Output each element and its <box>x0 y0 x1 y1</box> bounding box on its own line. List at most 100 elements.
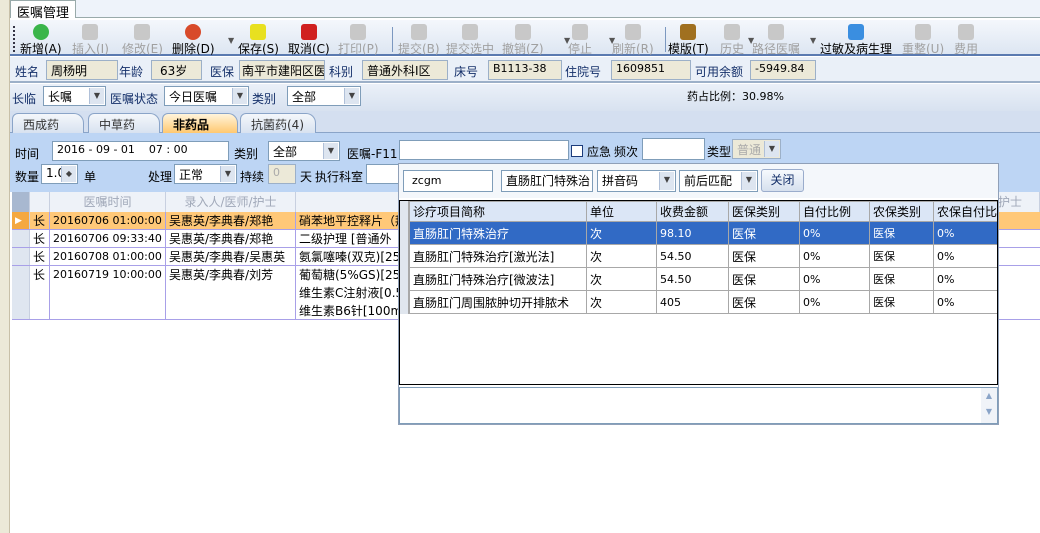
toolbar-button-refresh[interactable]: 刷新(R) <box>612 24 654 56</box>
submit-selected-icon <box>462 24 478 40</box>
popup-header[interactable]: 医保类别 <box>728 201 800 222</box>
freq-input[interactable] <box>642 138 705 160</box>
popup-row[interactable]: 直肠肛门周围脓肿切开排脓术次 405 医保 0% 医保 0% <box>409 290 997 314</box>
tab-0[interactable]: 西成药(1) <box>12 113 84 147</box>
cell-time: 20160706 01:00:00 <box>50 212 166 229</box>
popup-note-textarea[interactable] <box>399 387 998 424</box>
popup-row[interactable]: 直肠肛门特殊治疗次 98.10 医保 0% 医保 0% <box>409 221 997 245</box>
grid-header-time[interactable]: 医嘱时间 <box>50 192 166 212</box>
spinner-icon[interactable]: ◆ <box>61 166 76 182</box>
toolbar-button-calculator[interactable]: 费用 <box>954 24 978 56</box>
scrollbar[interactable]: ▲ ▼ <box>981 388 997 423</box>
dropdown-arrow-icon[interactable]: ▼ <box>609 36 615 45</box>
toolbar-button-stop[interactable]: 停止 <box>568 24 592 56</box>
print-icon <box>350 24 367 40</box>
chevron-down-icon[interactable]: ▼ <box>741 172 756 190</box>
handle-select[interactable]: 正常 ▼ <box>174 164 237 184</box>
toolbar-button-reorganize[interactable]: 重整(U) <box>902 24 944 56</box>
row-indicator[interactable] <box>12 230 30 247</box>
popup-search-input[interactable]: zcgm <box>403 170 493 192</box>
popup-header[interactable]: 收费金额 <box>656 201 729 222</box>
time-picker[interactable]: 2016 - 09 - 01 07 : 00 <box>52 141 229 161</box>
toolbar-button-label: 模版(T) <box>668 42 709 56</box>
toolbar-grip <box>13 26 15 52</box>
toolbar-button-history[interactable]: 历史 <box>720 24 744 56</box>
popup-header[interactable]: 自付比例 <box>799 201 870 222</box>
qty-stepper[interactable]: 1.0 ◆ <box>41 164 78 184</box>
toolbar-button-label: 历史 <box>720 42 745 56</box>
category-select[interactable]: 全部 ▼ <box>287 86 361 106</box>
dropdown-arrow-icon[interactable]: ▼ <box>748 36 754 45</box>
status-select[interactable]: 今日医嘱 ▼ <box>164 86 249 106</box>
term-select[interactable]: 长嘱 ▼ <box>43 86 106 106</box>
chevron-down-icon[interactable]: ▼ <box>344 88 359 104</box>
tab-1[interactable]: 中草药(2) <box>88 113 160 147</box>
cell-content: 硝苯地平控释片（拜 <box>296 212 406 229</box>
tab-3[interactable]: 抗菌药(4) <box>240 113 316 133</box>
add-icon <box>32 24 49 40</box>
toolbar-button-delete[interactable]: 删除(D) <box>172 24 215 56</box>
popup-header[interactable]: 农保类别 <box>869 201 934 222</box>
match-select[interactable]: 前后匹配 ▼ <box>679 170 758 192</box>
toolbar-button-label: 重整(U) <box>902 42 945 56</box>
term-value: 长嘱 <box>48 90 73 104</box>
popup-cell: 405 <box>656 290 729 314</box>
toolbar-button-template[interactable]: 模版(T) <box>668 24 709 56</box>
content-line: 葡萄糖(5%GS)[250m <box>299 268 405 282</box>
toolbar-button-label: 取消(C) <box>288 42 330 56</box>
toolbar-button-path-order[interactable]: 路径医嘱 <box>752 24 800 56</box>
tab-2[interactable]: 非药品(3) <box>162 113 238 147</box>
dropdown-arrow-icon[interactable]: ▼ <box>228 36 234 45</box>
toolbar-button-undo[interactable]: 取消(C) <box>288 24 330 56</box>
toolbar-button-insert[interactable]: 插入(I) <box>72 24 109 56</box>
edit-icon <box>134 24 151 40</box>
age-label: 年龄 <box>119 65 144 79</box>
popup-header[interactable]: 农保自付比 <box>933 201 997 222</box>
toolbar-button-submit[interactable]: 提交(B) <box>398 24 440 56</box>
toolbar-button-revoke[interactable]: 撤销(Z) <box>502 24 544 56</box>
chevron-down-icon[interactable]: ▼ <box>659 172 674 190</box>
row-indicator[interactable] <box>12 266 30 319</box>
toolbar-button-save[interactable]: 保存(S) <box>238 24 279 56</box>
popup-row[interactable]: 直肠肛门特殊治疗[微波法] 次 54.50 医保 0% 医保 0% <box>409 267 997 291</box>
cell-time: 20160706 09:33:40 <box>50 230 166 247</box>
grid-header-people[interactable]: 录入人/医师/护士 <box>166 192 296 212</box>
chevron-down-icon[interactable]: ▼ <box>89 88 104 104</box>
popup-row[interactable]: 直肠肛门特殊治疗[激光法] 次 54.50 医保 0% 医保 0% <box>409 244 997 268</box>
popup-name-filter[interactable]: 直肠肛门特殊治 <box>501 170 593 192</box>
category-label: 类别 <box>234 147 259 161</box>
row-indicator[interactable] <box>12 248 30 265</box>
chevron-down-icon[interactable]: ▼ <box>323 143 338 159</box>
popup-cell: 0% <box>933 290 997 314</box>
window-tab[interactable]: 医嘱管理 <box>10 0 77 21</box>
order-category-select[interactable]: 全部 ▼ <box>268 141 340 161</box>
grid-header-type[interactable] <box>30 192 50 212</box>
popup-header[interactable]: 诊疗项目简称 <box>409 201 587 222</box>
popup-header[interactable]: 单位 <box>586 201 657 222</box>
toolbar-button-edit[interactable]: 修改(E) <box>122 24 163 56</box>
toolbar-button-label: 新增(A) <box>20 42 62 56</box>
row-indicator[interactable]: ▶ <box>12 212 30 229</box>
category-label: 类别 <box>252 92 277 106</box>
match-value: 前后匹配 <box>684 174 733 188</box>
toolbar-button-allergy[interactable]: 过敏及病生理 <box>820 24 892 56</box>
toolbar-button-submit-selected[interactable]: 提交选中 <box>446 24 494 56</box>
order-category-value: 全部 <box>273 145 298 159</box>
popup-cell: 医保 <box>869 267 934 291</box>
toolbar-button-print[interactable]: 打印(P) <box>338 24 379 56</box>
popup-cell: 医保 <box>869 290 934 314</box>
toolbar-button-add[interactable]: 新增(A) <box>20 24 62 56</box>
chevron-down-icon[interactable]: ▼ <box>220 166 235 182</box>
chevron-down-icon[interactable]: ▼ <box>232 88 247 104</box>
status-value: 今日医嘱 <box>169 90 218 104</box>
urgent-checkbox[interactable] <box>571 145 583 157</box>
grid-header-nurse[interactable]: 护士 <box>998 192 1040 212</box>
dropdown-arrow-icon[interactable]: ▼ <box>810 36 816 45</box>
left-frame <box>0 0 10 533</box>
close-button[interactable]: 关闭 <box>761 169 804 192</box>
dropdown-arrow-icon[interactable]: ▼ <box>564 36 570 45</box>
template-icon <box>680 24 697 40</box>
order-input[interactable] <box>399 140 569 160</box>
cell-content: 二级护理 [普通外 <box>296 230 406 247</box>
code-type-select[interactable]: 拼音码 ▼ <box>597 170 676 192</box>
